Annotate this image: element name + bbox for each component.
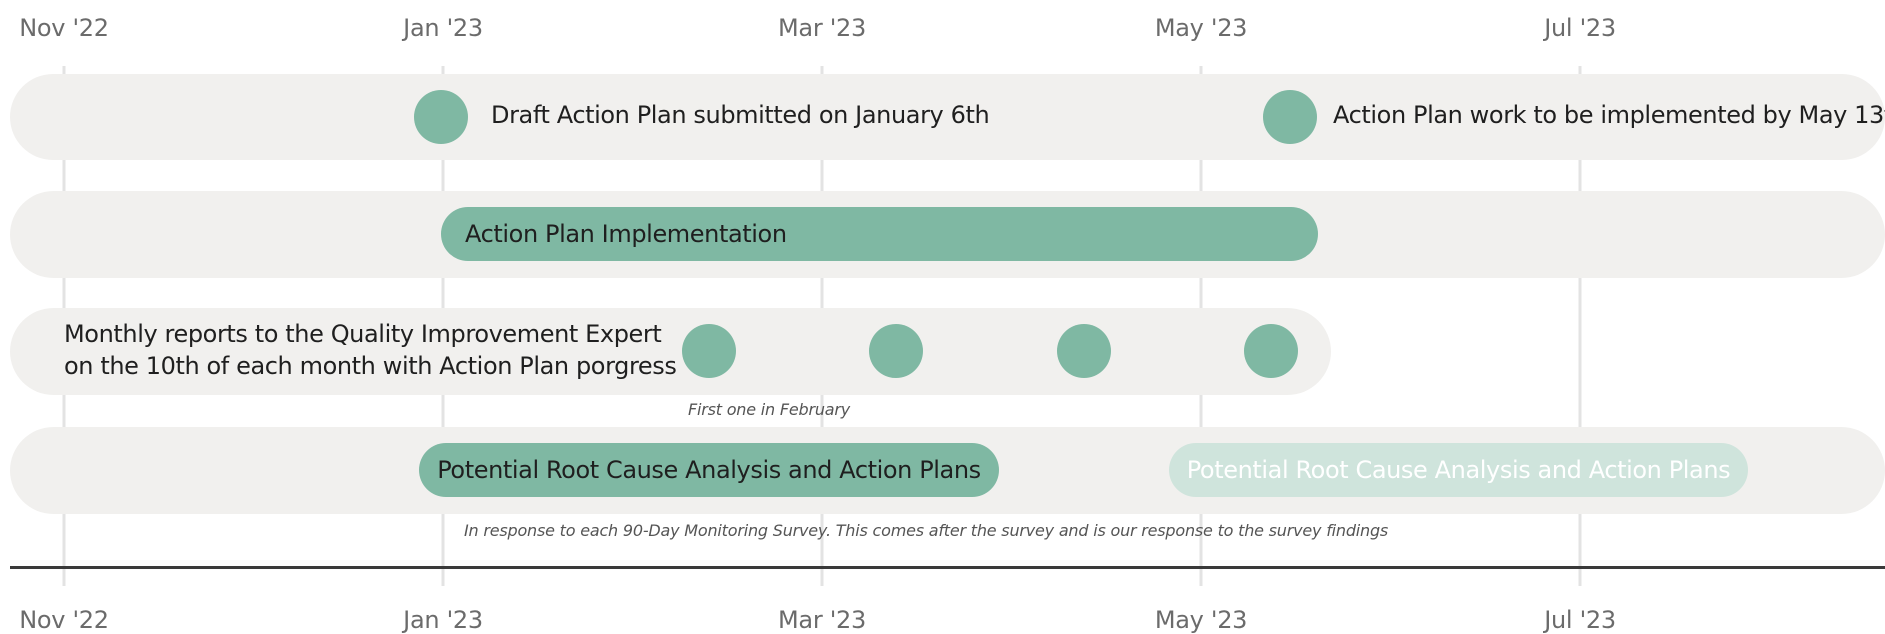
report-dot-march — [869, 324, 923, 378]
bottom-axis-label-may23: May '23 — [1154, 606, 1248, 634]
monthly-reports-label-line1: Monthly reports to the Quality Improveme… — [64, 320, 662, 348]
bottom-axis-label-jul23: Jul '23 — [1544, 606, 1616, 634]
action-plan-implementation-label: Action Plan Implementation — [465, 220, 787, 248]
root-cause-bar-1-label: Potential Root Cause Analysis and Action… — [437, 456, 981, 484]
top-axis-label-mar23: Mar '23 — [778, 14, 866, 42]
root-cause-bar-2: Potential Root Cause Analysis and Action… — [1169, 443, 1748, 497]
top-axis-label-nov22: Nov '22 — [19, 14, 109, 42]
milestone-dot-implemented — [1263, 90, 1317, 144]
monthly-reports-label-line2: on the 10th of each month with Action Pl… — [64, 352, 677, 380]
milestone-label-draft: Draft Action Plan submitted on January 6… — [491, 101, 990, 129]
top-axis-label-jul23: Jul '23 — [1544, 14, 1616, 42]
milestone-label-implemented: Action Plan work to be implemented by Ma… — [1333, 101, 1885, 129]
bottom-axis-label-nov22: Nov '22 — [19, 606, 109, 634]
bottom-axis-label-jan23: Jan '23 — [403, 606, 483, 634]
top-axis-label-may23: May '23 — [1154, 14, 1248, 42]
root-cause-bar-1: Potential Root Cause Analysis and Action… — [419, 443, 999, 497]
action-plan-implementation-bar: Action Plan Implementation — [441, 207, 1318, 261]
root-cause-bar-2-label: Potential Root Cause Analysis and Action… — [1186, 456, 1731, 484]
monthly-reports-note: First one in February — [688, 400, 851, 419]
report-dot-april — [1057, 324, 1111, 378]
report-dot-may — [1244, 324, 1298, 378]
bottom-axis-label-mar23: Mar '23 — [778, 606, 866, 634]
top-axis-label-jan23: Jan '23 — [403, 14, 483, 42]
milestone-dot-draft — [414, 90, 468, 144]
root-cause-note: In response to each 90-Day Monitoring Su… — [464, 521, 1389, 540]
timeline-baseline — [10, 566, 1885, 569]
report-dot-february — [682, 324, 736, 378]
